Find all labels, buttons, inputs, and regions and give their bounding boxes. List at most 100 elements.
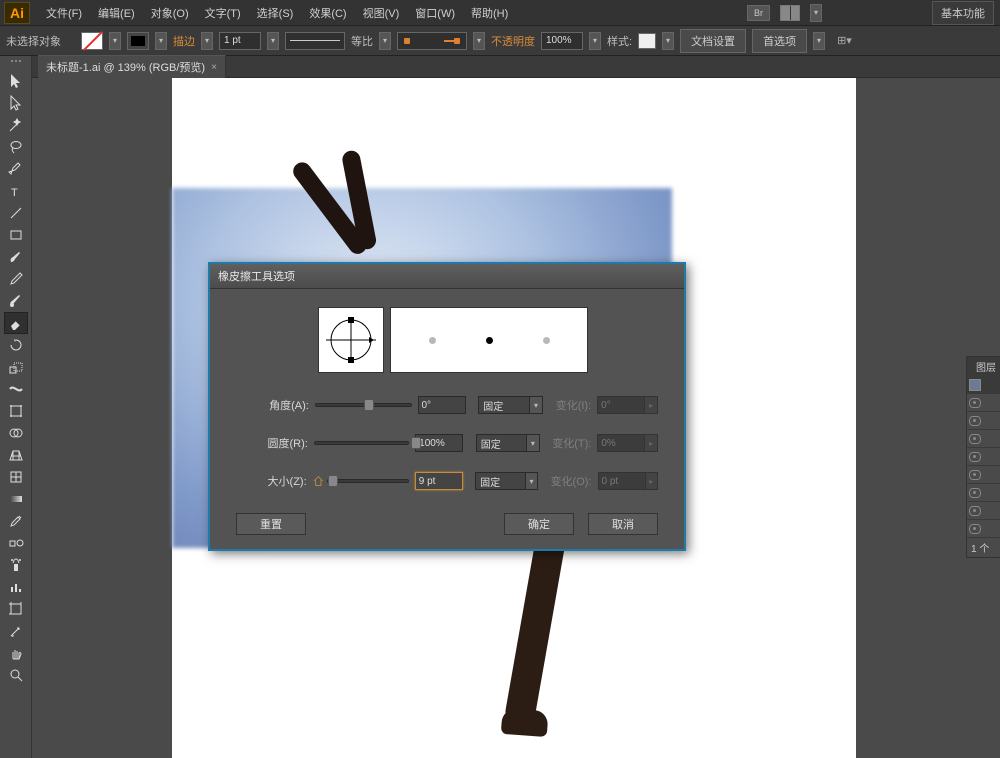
document-tab[interactable]: 未标题-1.ai @ 139% (RGB/预览) ×	[38, 55, 226, 78]
roundness-slider[interactable]	[314, 441, 409, 445]
visibility-icon[interactable]	[969, 524, 981, 534]
magic-wand-tool[interactable]	[4, 114, 28, 136]
column-graph-tool[interactable]	[4, 576, 28, 598]
stroke-swatch[interactable]	[127, 32, 149, 50]
type-tool[interactable]: T	[4, 180, 28, 202]
layer-row[interactable]	[967, 484, 1000, 502]
visibility-icon[interactable]	[969, 488, 981, 498]
arrange-docs-dropdown[interactable]: ▾	[810, 4, 822, 22]
style-swatch[interactable]	[638, 33, 656, 49]
rectangle-tool[interactable]	[4, 224, 28, 246]
visibility-icon[interactable]	[969, 470, 981, 480]
blend-tool[interactable]	[4, 532, 28, 554]
angle-input[interactable]	[418, 396, 466, 414]
paintbrush-tool[interactable]	[4, 246, 28, 268]
stroke-weight-input[interactable]	[219, 32, 261, 50]
layer-row[interactable]	[967, 430, 1000, 448]
layers-panel-collapsed[interactable]: 图层 1 个	[966, 356, 1000, 558]
pen-tool[interactable]	[4, 158, 28, 180]
shape-builder-tool[interactable]	[4, 422, 28, 444]
pencil-tool[interactable]	[4, 268, 28, 290]
layer-row[interactable]	[967, 502, 1000, 520]
brush-preview[interactable]	[397, 32, 467, 50]
roundness-input[interactable]	[415, 434, 463, 452]
visibility-icon[interactable]	[969, 506, 981, 516]
transform-icon[interactable]: ⊞▾	[837, 34, 852, 47]
document-setup-button[interactable]: 文档设置	[680, 29, 746, 53]
reset-button[interactable]: 重置	[236, 513, 306, 535]
size-mode-select[interactable]: 固定	[475, 472, 526, 490]
lasso-tool[interactable]	[4, 136, 28, 158]
size-slider[interactable]	[327, 479, 408, 483]
symbol-sprayer-tool[interactable]	[4, 554, 28, 576]
menu-window[interactable]: 窗口(W)	[407, 1, 463, 25]
layer-row[interactable]	[967, 376, 1000, 394]
fill-swatch[interactable]	[81, 32, 103, 50]
roundness-mode-dropdown[interactable]: ▾	[527, 434, 540, 452]
visibility-icon[interactable]	[969, 452, 981, 462]
width-tool[interactable]	[4, 378, 28, 400]
bridge-button[interactable]: Br	[747, 5, 770, 21]
perspective-grid-tool[interactable]	[4, 444, 28, 466]
opacity-dropdown[interactable]: ▾	[589, 32, 601, 50]
mesh-tool[interactable]	[4, 466, 28, 488]
selection-tool[interactable]	[4, 70, 28, 92]
layer-row[interactable]	[967, 412, 1000, 430]
tab-close-icon[interactable]: ×	[211, 62, 217, 73]
blob-brush-tool[interactable]	[4, 290, 28, 312]
menu-type[interactable]: 文字(T)	[197, 1, 249, 25]
visibility-icon[interactable]	[969, 398, 981, 408]
menu-view[interactable]: 视图(V)	[355, 1, 408, 25]
menu-help[interactable]: 帮助(H)	[463, 1, 516, 25]
angle-slider[interactable]	[315, 403, 412, 407]
roundness-mode-select[interactable]: 固定	[476, 434, 527, 452]
opacity-input[interactable]	[541, 32, 583, 50]
menu-effect[interactable]: 效果(C)	[301, 1, 354, 25]
slice-tool[interactable]	[4, 620, 28, 642]
free-transform-tool[interactable]	[4, 400, 28, 422]
scale-tool[interactable]	[4, 356, 28, 378]
visibility-icon[interactable]	[969, 434, 981, 444]
brush-dropdown[interactable]: ▾	[473, 32, 485, 50]
size-input[interactable]	[415, 472, 463, 490]
menu-object[interactable]: 对象(O)	[143, 1, 197, 25]
angle-mode-dropdown[interactable]: ▾	[530, 396, 543, 414]
layer-row[interactable]	[967, 394, 1000, 412]
hand-tool[interactable]	[4, 642, 28, 664]
prefs-dropdown[interactable]: ▾	[813, 32, 825, 50]
angle-mode-select[interactable]: 固定	[478, 396, 530, 414]
layer-row[interactable]	[967, 466, 1000, 484]
menu-edit[interactable]: 编辑(E)	[90, 1, 143, 25]
fill-dropdown[interactable]: ▾	[109, 32, 121, 50]
artboard-tool[interactable]	[4, 598, 28, 620]
cancel-button[interactable]: 取消	[588, 513, 658, 535]
preferences-button[interactable]: 首选项	[752, 29, 807, 53]
layer-row[interactable]	[967, 520, 1000, 538]
stroke-label[interactable]: 描边	[173, 33, 195, 49]
eyedropper-tool[interactable]	[4, 510, 28, 532]
rotate-tool[interactable]	[4, 334, 28, 356]
size-mode-dropdown[interactable]: ▾	[526, 472, 538, 490]
opacity-label[interactable]: 不透明度	[491, 33, 535, 49]
line-tool[interactable]	[4, 202, 28, 224]
selection-status: 未选择对象	[6, 33, 61, 49]
stroke-dropdown[interactable]: ▾	[155, 32, 167, 50]
menu-file[interactable]: 文件(F)	[38, 1, 90, 25]
layer-row[interactable]	[967, 448, 1000, 466]
zoom-tool[interactable]	[4, 664, 28, 686]
workspace-switcher[interactable]: 基本功能	[932, 1, 994, 25]
profile-preview[interactable]	[285, 32, 345, 50]
stroke-weight-dropdown[interactable]: ▾	[267, 32, 279, 50]
stroke-stepper[interactable]: ▾	[201, 32, 213, 50]
gradient-tool[interactable]	[4, 488, 28, 510]
menu-select[interactable]: 选择(S)	[249, 1, 302, 25]
arrange-docs-button[interactable]	[780, 5, 800, 21]
eraser-tool[interactable]	[4, 312, 28, 334]
tools-grip[interactable]	[2, 60, 30, 66]
dialog-title-bar[interactable]: 橡皮擦工具选项	[210, 264, 684, 289]
visibility-icon[interactable]	[969, 416, 981, 426]
style-dropdown[interactable]: ▾	[662, 32, 674, 50]
ok-button[interactable]: 确定	[504, 513, 574, 535]
direct-selection-tool[interactable]	[4, 92, 28, 114]
profile-dropdown[interactable]: ▾	[379, 32, 391, 50]
